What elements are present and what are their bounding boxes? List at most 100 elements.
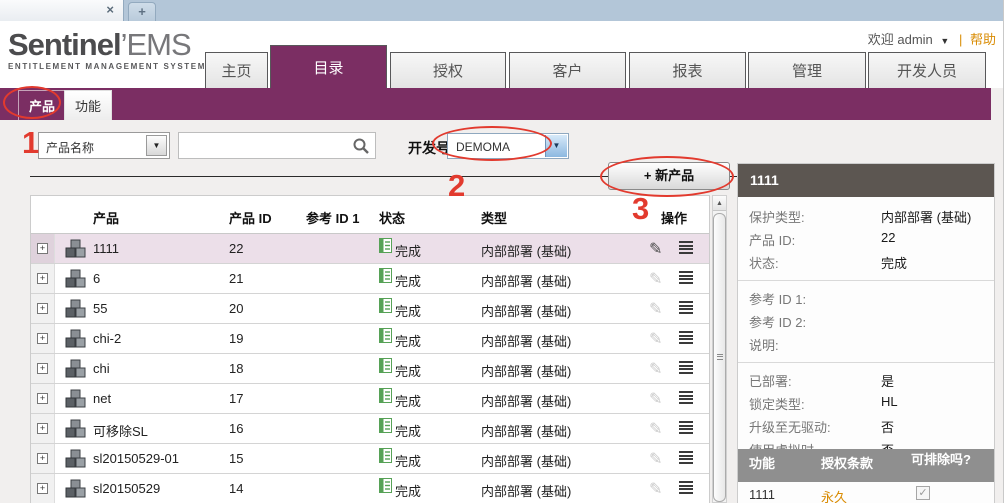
col-product-id[interactable]: 产品 ID: [229, 208, 272, 227]
dev-id-select[interactable]: DEMOMA ▼: [447, 133, 569, 159]
tab-developer[interactable]: 开发人员: [868, 52, 986, 88]
status-badge: 完成: [395, 331, 421, 350]
expand-icon[interactable]: +: [37, 423, 48, 434]
table-row[interactable]: +net17完成内部部署 (基础)✎: [31, 384, 709, 414]
product-id: 18: [229, 361, 243, 376]
chevron-down-icon[interactable]: ▼: [940, 36, 949, 46]
edit-pencil-icon[interactable]: ✎: [649, 389, 662, 409]
search-icon[interactable]: [352, 137, 370, 160]
expand-icon[interactable]: +: [37, 393, 48, 404]
tab-reports[interactable]: 报表: [629, 52, 746, 88]
product-icon: [65, 269, 87, 289]
col-status[interactable]: 状态: [379, 208, 405, 227]
scroll-up-icon[interactable]: ▲: [713, 196, 726, 211]
table-row[interactable]: +chi18完成内部部署 (基础)✎: [31, 354, 709, 384]
scrollbar-thumb[interactable]: [713, 213, 726, 502]
edit-pencil-icon[interactable]: ✎: [649, 299, 662, 319]
product-type: 内部部署 (基础): [481, 481, 571, 500]
license-terms-link[interactable]: 永久: [821, 487, 847, 503]
expand-icon[interactable]: +: [37, 333, 48, 344]
details-fields: 保护类型:内部部署 (基础) 产品 ID:22 状态:完成 参考 ID 1: 参…: [738, 197, 994, 480]
chevron-down-icon[interactable]: ▼: [146, 135, 167, 156]
chevron-down-icon[interactable]: ▼: [545, 135, 567, 157]
logo-suffix: EMS: [126, 27, 190, 62]
expand-icon[interactable]: +: [37, 483, 48, 494]
actions-menu-icon[interactable]: [679, 361, 695, 376]
expand-icon[interactable]: +: [37, 273, 48, 284]
edit-pencil-icon[interactable]: ✎: [649, 239, 662, 259]
field-label: 锁定类型:: [749, 394, 881, 413]
expand-icon[interactable]: +: [37, 453, 48, 464]
edit-pencil-icon[interactable]: ✎: [649, 329, 662, 349]
close-icon[interactable]: ×: [106, 2, 114, 17]
expand-icon[interactable]: +: [37, 243, 48, 254]
tab-catalog[interactable]: 目录: [270, 45, 387, 88]
welcome-text[interactable]: 欢迎 admin: [868, 32, 933, 47]
product-icon: [65, 239, 87, 259]
search-field-select[interactable]: 产品名称 ▼: [38, 132, 170, 159]
table-row[interactable]: +可移除SL16完成内部部署 (基础)✎: [31, 414, 709, 444]
new-tab-button[interactable]: +: [128, 2, 156, 21]
status-doc-icon: [379, 448, 392, 463]
field-label: 说明:: [749, 335, 881, 354]
field-label: 状态:: [749, 253, 881, 272]
table-row[interactable]: +621完成内部部署 (基础)✎: [31, 264, 709, 294]
edit-pencil-icon[interactable]: ✎: [649, 359, 662, 379]
status-badge: 完成: [395, 301, 421, 320]
status-cell: 完成: [379, 388, 392, 406]
table-row[interactable]: +sl20150529-0115完成内部部署 (基础)✎: [31, 444, 709, 474]
table-row[interactable]: +111122完成内部部署 (基础)✎: [31, 234, 709, 264]
col-license-terms: 授权条款: [821, 453, 873, 472]
actions-menu-icon[interactable]: [679, 391, 695, 406]
actions-menu-icon[interactable]: [679, 331, 695, 346]
excludable-checkbox[interactable]: ✓: [916, 486, 930, 500]
table-row[interactable]: +5520完成内部部署 (基础)✎: [31, 294, 709, 324]
expand-cell: +: [31, 474, 55, 503]
tab-entitlements[interactable]: 授权: [390, 52, 506, 88]
status-cell: 完成: [379, 328, 392, 346]
actions-menu-icon[interactable]: [679, 481, 695, 496]
status-cell: 完成: [379, 448, 392, 466]
col-ref-id[interactable]: 参考 ID 1: [306, 208, 359, 227]
expand-cell: +: [31, 234, 55, 263]
edit-pencil-icon[interactable]: ✎: [649, 419, 662, 439]
expand-icon[interactable]: +: [37, 363, 48, 374]
product-name: chi-2: [93, 331, 121, 346]
field-value: 是: [881, 371, 894, 390]
new-product-button[interactable]: + 新产品: [608, 162, 730, 190]
table-scrollbar[interactable]: ▲: [712, 195, 727, 503]
status-badge: 完成: [395, 241, 421, 260]
tab-customers[interactable]: 客户: [509, 52, 626, 88]
feature-row[interactable]: 1111 永久 ✓: [738, 482, 994, 503]
subtab-products[interactable]: 产品: [18, 90, 66, 120]
tab-home[interactable]: 主页: [205, 52, 268, 88]
scrollbar-grip-icon: [717, 354, 723, 362]
actions-menu-icon[interactable]: [679, 421, 695, 436]
expand-icon[interactable]: +: [37, 303, 48, 314]
product-id: 17: [229, 391, 243, 406]
browser-tab[interactable]: ×: [0, 0, 124, 21]
edit-pencil-icon[interactable]: ✎: [649, 449, 662, 469]
subtab-features[interactable]: 功能: [64, 90, 112, 120]
search-input[interactable]: [183, 136, 343, 155]
actions-menu-icon[interactable]: [679, 271, 695, 286]
divider: [738, 362, 994, 363]
field-label: 已部署:: [749, 371, 881, 390]
expand-cell: +: [31, 324, 55, 353]
help-link[interactable]: 帮助: [970, 32, 996, 47]
edit-pencil-icon[interactable]: ✎: [649, 479, 662, 499]
col-product[interactable]: 产品: [93, 208, 119, 227]
col-type[interactable]: 类型: [481, 208, 507, 227]
actions-menu-icon[interactable]: [679, 301, 695, 316]
product-icon: [65, 329, 87, 349]
col-feature: 功能: [749, 453, 775, 472]
status-badge: 完成: [395, 361, 421, 380]
table-row[interactable]: +chi-219完成内部部署 (基础)✎: [31, 324, 709, 354]
actions-menu-icon[interactable]: [679, 451, 695, 466]
field-value: HL: [881, 394, 898, 413]
tab-admin[interactable]: 管理: [748, 52, 866, 88]
edit-pencil-icon[interactable]: ✎: [649, 269, 662, 289]
table-row[interactable]: +sl2015052914完成内部部署 (基础)✎: [31, 474, 709, 503]
logo-main: Sentinel: [8, 27, 121, 62]
actions-menu-icon[interactable]: [679, 241, 695, 256]
